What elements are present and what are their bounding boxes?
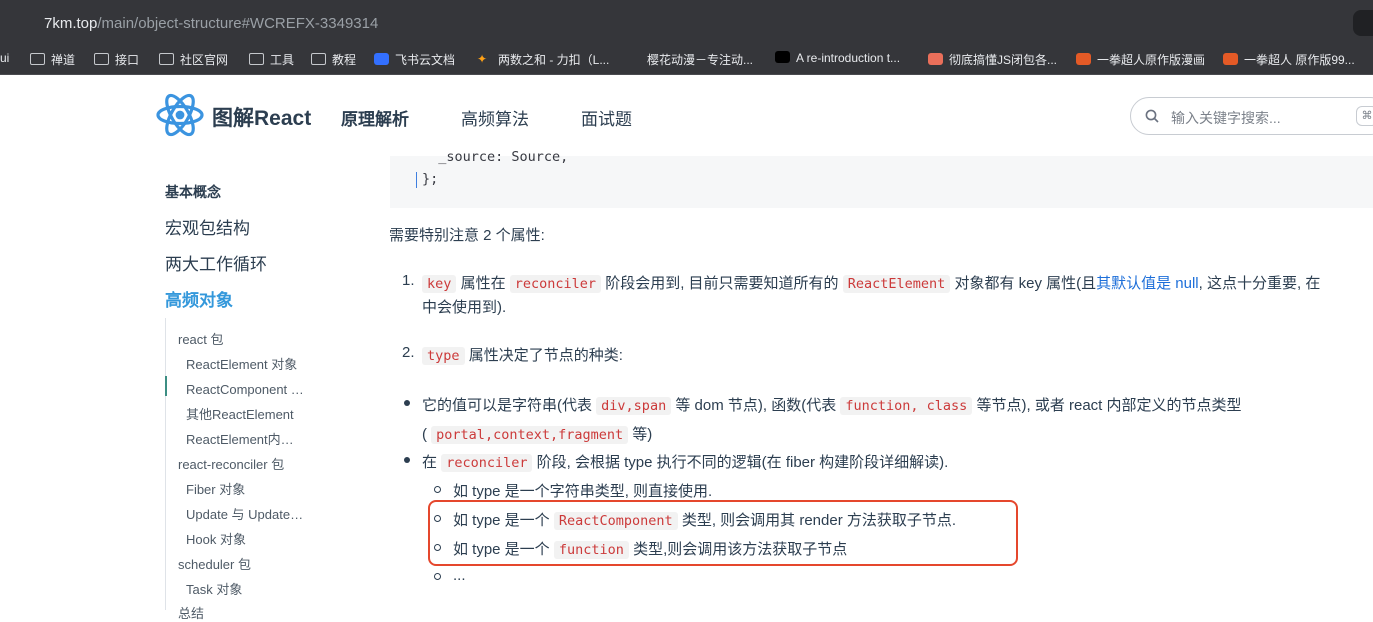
nav-algorithms[interactable]: 高频算法 [461,105,529,130]
bookmark-chandao[interactable]: 禅道 [30,51,75,69]
list-bullet-circle [434,515,441,522]
dot-icon [631,53,641,65]
bookmark-mdn[interactable]: A re-introduction t... [775,51,900,69]
inline-code: portal,context,fragment [431,426,629,444]
list-bullet [404,400,410,406]
sidebar-sub-reconciler[interactable]: react-reconciler 包 [178,454,284,473]
list-bullet-circle [434,544,441,551]
sidebar-group-title: 基本概念 [165,184,221,200]
list-item-key: key 属性在 reconciler 阶段会用到, 目前只需要知道所有的 Rea… [422,272,1320,293]
manhua-icon [1223,53,1238,65]
sidebar-sub-update[interactable]: Update 与 UpdateQueue 对象 [186,504,304,523]
sidebar-item-work-loops[interactable]: 两大工作循环 [165,250,267,275]
bookmarks-bar: ui 禅道 接口 社区官网 工具 教程 飞书云文档 两数之和 - 力扣（L...… [0,46,1373,75]
list-item-type: type 属性决定了节点的种类: [422,344,623,365]
list-item-type-values-continued: ( portal,context,fragment 等) [422,426,653,444]
folder-icon [94,53,109,65]
sidebar-sub-react-element[interactable]: ReactElement 对象 [186,354,304,373]
list-number: 1. [402,272,415,289]
sidebar-sub-hook[interactable]: Hook 对象 [186,529,304,548]
sidebar-item-package-structure[interactable]: 宏观包结构 [165,214,250,239]
sub-item-ellipsis: ... [453,567,466,584]
code-line: }; [422,171,439,187]
folder-icon [159,53,174,65]
inline-code: type [422,347,465,365]
sidebar-active-marker [165,376,167,396]
list-item-reconciler-logic: 在 reconciler 阶段, 会根据 type 执行不同的逻辑(在 fibe… [422,454,949,472]
sidebar-item-frequent-objects[interactable]: 高频对象 [165,286,233,311]
sidebar-sub-task[interactable]: Task 对象 [186,579,304,598]
bookmark-leetcode[interactable]: 两数之和 - 力扣（L... [477,51,609,69]
url-host: 7km.top [44,15,98,32]
sub-item-function: 如 type 是一个 function 类型,则会调用该方法获取子节点 [453,541,848,559]
inline-code: reconciler [441,454,533,472]
bookmark-ui[interactable]: ui [0,51,9,69]
sidebar-sub-react-component[interactable]: ReactComponent 对象 [186,379,304,398]
bookmark-tools[interactable]: 工具 [249,51,294,69]
search-shortcut-key: ⌘ [1356,106,1373,126]
list-bullet-circle [434,573,441,580]
list-item-key-continued: 中会使用到). [422,299,507,316]
bookmark-yinghua[interactable]: 樱花动漫－专注动... [631,51,753,69]
folder-icon [249,53,264,65]
sub-item-component: 如 type 是一个 ReactComponent 类型, 则会调用其 rend… [453,512,957,530]
folder-icon [30,53,45,65]
code-line: _source: Source, [422,149,569,165]
inline-code: ReactElement [842,275,951,293]
search-input[interactable]: 输入关键字搜索... [1171,108,1281,128]
inline-code: key [422,275,457,293]
inline-code: ReactComponent [553,512,678,530]
sidebar-sub-scheduler[interactable]: scheduler 包 [178,554,251,573]
url-path: /main/object-structure#WCREFX-3349314 [97,15,379,32]
link-default-null[interactable]: 其默认值是 null [1096,275,1199,292]
list-bullet [404,457,410,463]
browser-control[interactable] [1353,10,1373,36]
bookmark-tutorial[interactable]: 教程 [311,51,356,69]
bookmark-jianshu[interactable]: 彻底搞懂JS闭包各... [928,51,1057,69]
browser-url-bar[interactable]: 7km.top/main/object-structure#WCREFX-334… [0,0,1373,46]
sidebar-sub-other-element[interactable]: 其他ReactElement [186,404,304,423]
sidebar-sub-fiber[interactable]: Fiber 对象 [186,479,304,498]
inline-code: div,span [596,397,672,415]
inline-code: function [553,541,629,559]
paragraph-intro: 需要特别注意 2 个属性: [389,227,545,244]
feishu-icon [374,53,389,65]
sidebar-sub-element-memory[interactable]: ReactElement内存结构 [186,429,304,448]
sidebar-sub-react[interactable]: react 包 [178,329,224,348]
jianshu-icon [928,53,943,65]
site-title[interactable]: 图解React [212,102,311,132]
bookmark-onepunch-2[interactable]: 一拳超人 原作版99... [1223,51,1355,69]
list-number: 2. [402,344,415,361]
sub-item-string: 如 type 是一个字符串类型, 则直接使用. [453,483,713,500]
leetcode-icon [477,54,492,66]
sidebar-sub-summary[interactable]: 总结 [178,603,204,622]
url-text[interactable]: 7km.top/main/object-structure#WCREFX-334… [44,15,378,32]
nav-interview[interactable]: 面试题 [581,105,632,130]
mdn-icon [775,51,790,63]
list-bullet-circle [434,486,441,493]
bookmark-feishu[interactable]: 飞书云文档 [374,51,455,69]
text-caret [416,172,417,188]
list-item-type-values: 它的值可以是字符串(代表 div,span 等 dom 节点), 函数(代表 f… [422,397,1242,415]
search-icon [1145,109,1159,123]
bookmark-api[interactable]: 接口 [94,51,139,69]
inline-code: function, class [840,397,973,415]
manhua-icon [1076,53,1091,65]
react-logo-icon[interactable] [156,93,204,137]
nav-principles[interactable]: 原理解析 [341,105,409,130]
inline-code: reconciler [509,275,602,293]
bookmark-community[interactable]: 社区官网 [159,51,228,69]
bookmark-onepunch-1[interactable]: 一拳超人原作版漫画 [1076,51,1205,69]
sidebar-tree-line [165,318,166,610]
folder-icon [311,53,326,65]
